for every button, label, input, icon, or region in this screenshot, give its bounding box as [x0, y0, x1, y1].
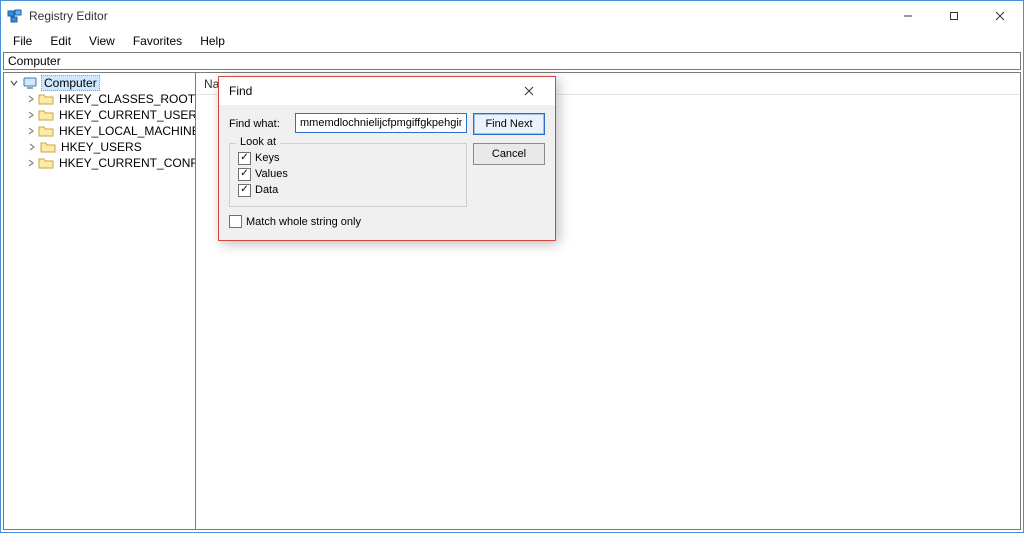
tree-item-hklm[interactable]: HKEY_LOCAL_MACHINE: [4, 123, 195, 139]
folder-icon: [38, 107, 54, 123]
expander-closed-icon[interactable]: [26, 125, 36, 137]
look-at-label: Look at: [236, 136, 280, 148]
find-what-input[interactable]: [295, 113, 467, 133]
menu-help[interactable]: Help: [192, 32, 233, 50]
titlebar[interactable]: Registry Editor: [1, 1, 1023, 31]
checkbox-checked-icon[interactable]: ✓: [238, 152, 251, 165]
menu-view[interactable]: View: [81, 32, 123, 50]
tree-item-hku[interactable]: HKEY_USERS: [4, 139, 195, 155]
values-label: Values: [255, 168, 288, 180]
tree-root-label: Computer: [41, 75, 100, 91]
folder-icon: [38, 155, 54, 171]
match-whole-label: Match whole string only: [246, 216, 361, 228]
expander-closed-icon[interactable]: [26, 93, 36, 105]
folder-icon: [38, 91, 54, 107]
data-checkbox-row[interactable]: ✓ Data: [238, 182, 458, 198]
expander-closed-icon[interactable]: [26, 157, 36, 169]
tree-item-hkcc[interactable]: HKEY_CURRENT_CONFIG: [4, 155, 195, 171]
dialog-close-button[interactable]: [509, 77, 549, 105]
expander-open-icon[interactable]: [8, 77, 20, 89]
menu-edit[interactable]: Edit: [42, 32, 79, 50]
checkbox-checked-icon[interactable]: ✓: [238, 184, 251, 197]
find-dialog[interactable]: Find Find what: Find Next Look at ✓ Keys…: [218, 76, 556, 241]
address-text: Computer: [8, 54, 61, 68]
checkbox-checked-icon[interactable]: ✓: [238, 168, 251, 181]
window-title: Registry Editor: [29, 9, 108, 23]
close-button[interactable]: [977, 1, 1023, 31]
folder-icon: [40, 139, 56, 155]
tree-label: HKEY_LOCAL_MACHINE: [57, 124, 196, 138]
find-what-label: Find what:: [229, 118, 289, 130]
tree-item-hkcr[interactable]: HKEY_CLASSES_ROOT: [4, 91, 195, 107]
checkbox-unchecked-icon[interactable]: [229, 215, 242, 228]
folder-icon: [38, 123, 54, 139]
tree-label: HKEY_USERS: [59, 140, 144, 154]
cancel-button[interactable]: Cancel: [473, 143, 545, 165]
dialog-title-text: Find: [229, 84, 252, 98]
computer-icon: [22, 75, 38, 91]
tree-item-hkcu[interactable]: HKEY_CURRENT_USER: [4, 107, 195, 123]
data-label: Data: [255, 184, 278, 196]
look-at-group: Look at ✓ Keys ✓ Values ✓ Data: [229, 143, 467, 207]
minimize-button[interactable]: [885, 1, 931, 31]
dialog-body: Find what: Find Next Look at ✓ Keys ✓ Va…: [219, 105, 555, 240]
keys-checkbox-row[interactable]: ✓ Keys: [238, 150, 458, 166]
menubar: File Edit View Favorites Help: [1, 31, 1023, 51]
dialog-titlebar[interactable]: Find: [219, 77, 555, 105]
tree-label: HKEY_CURRENT_CONFIG: [57, 156, 196, 170]
menu-file[interactable]: File: [5, 32, 40, 50]
expander-closed-icon[interactable]: [26, 141, 38, 153]
menu-favorites[interactable]: Favorites: [125, 32, 190, 50]
keys-label: Keys: [255, 152, 279, 164]
match-whole-row[interactable]: Match whole string only: [229, 215, 467, 228]
tree-pane[interactable]: Computer HKEY_CLASSES_ROOT HKEY_CURRENT_: [4, 73, 196, 529]
find-next-button[interactable]: Find Next: [473, 113, 545, 135]
window-controls: [885, 1, 1023, 31]
tree-label: HKEY_CLASSES_ROOT: [57, 92, 196, 106]
tree-label: HKEY_CURRENT_USER: [57, 108, 196, 122]
tree-root-computer[interactable]: Computer: [4, 75, 195, 91]
address-bar[interactable]: Computer: [3, 52, 1021, 70]
values-checkbox-row[interactable]: ✓ Values: [238, 166, 458, 182]
expander-closed-icon[interactable]: [26, 109, 36, 121]
maximize-button[interactable]: [931, 1, 977, 31]
regedit-icon: [7, 8, 23, 24]
